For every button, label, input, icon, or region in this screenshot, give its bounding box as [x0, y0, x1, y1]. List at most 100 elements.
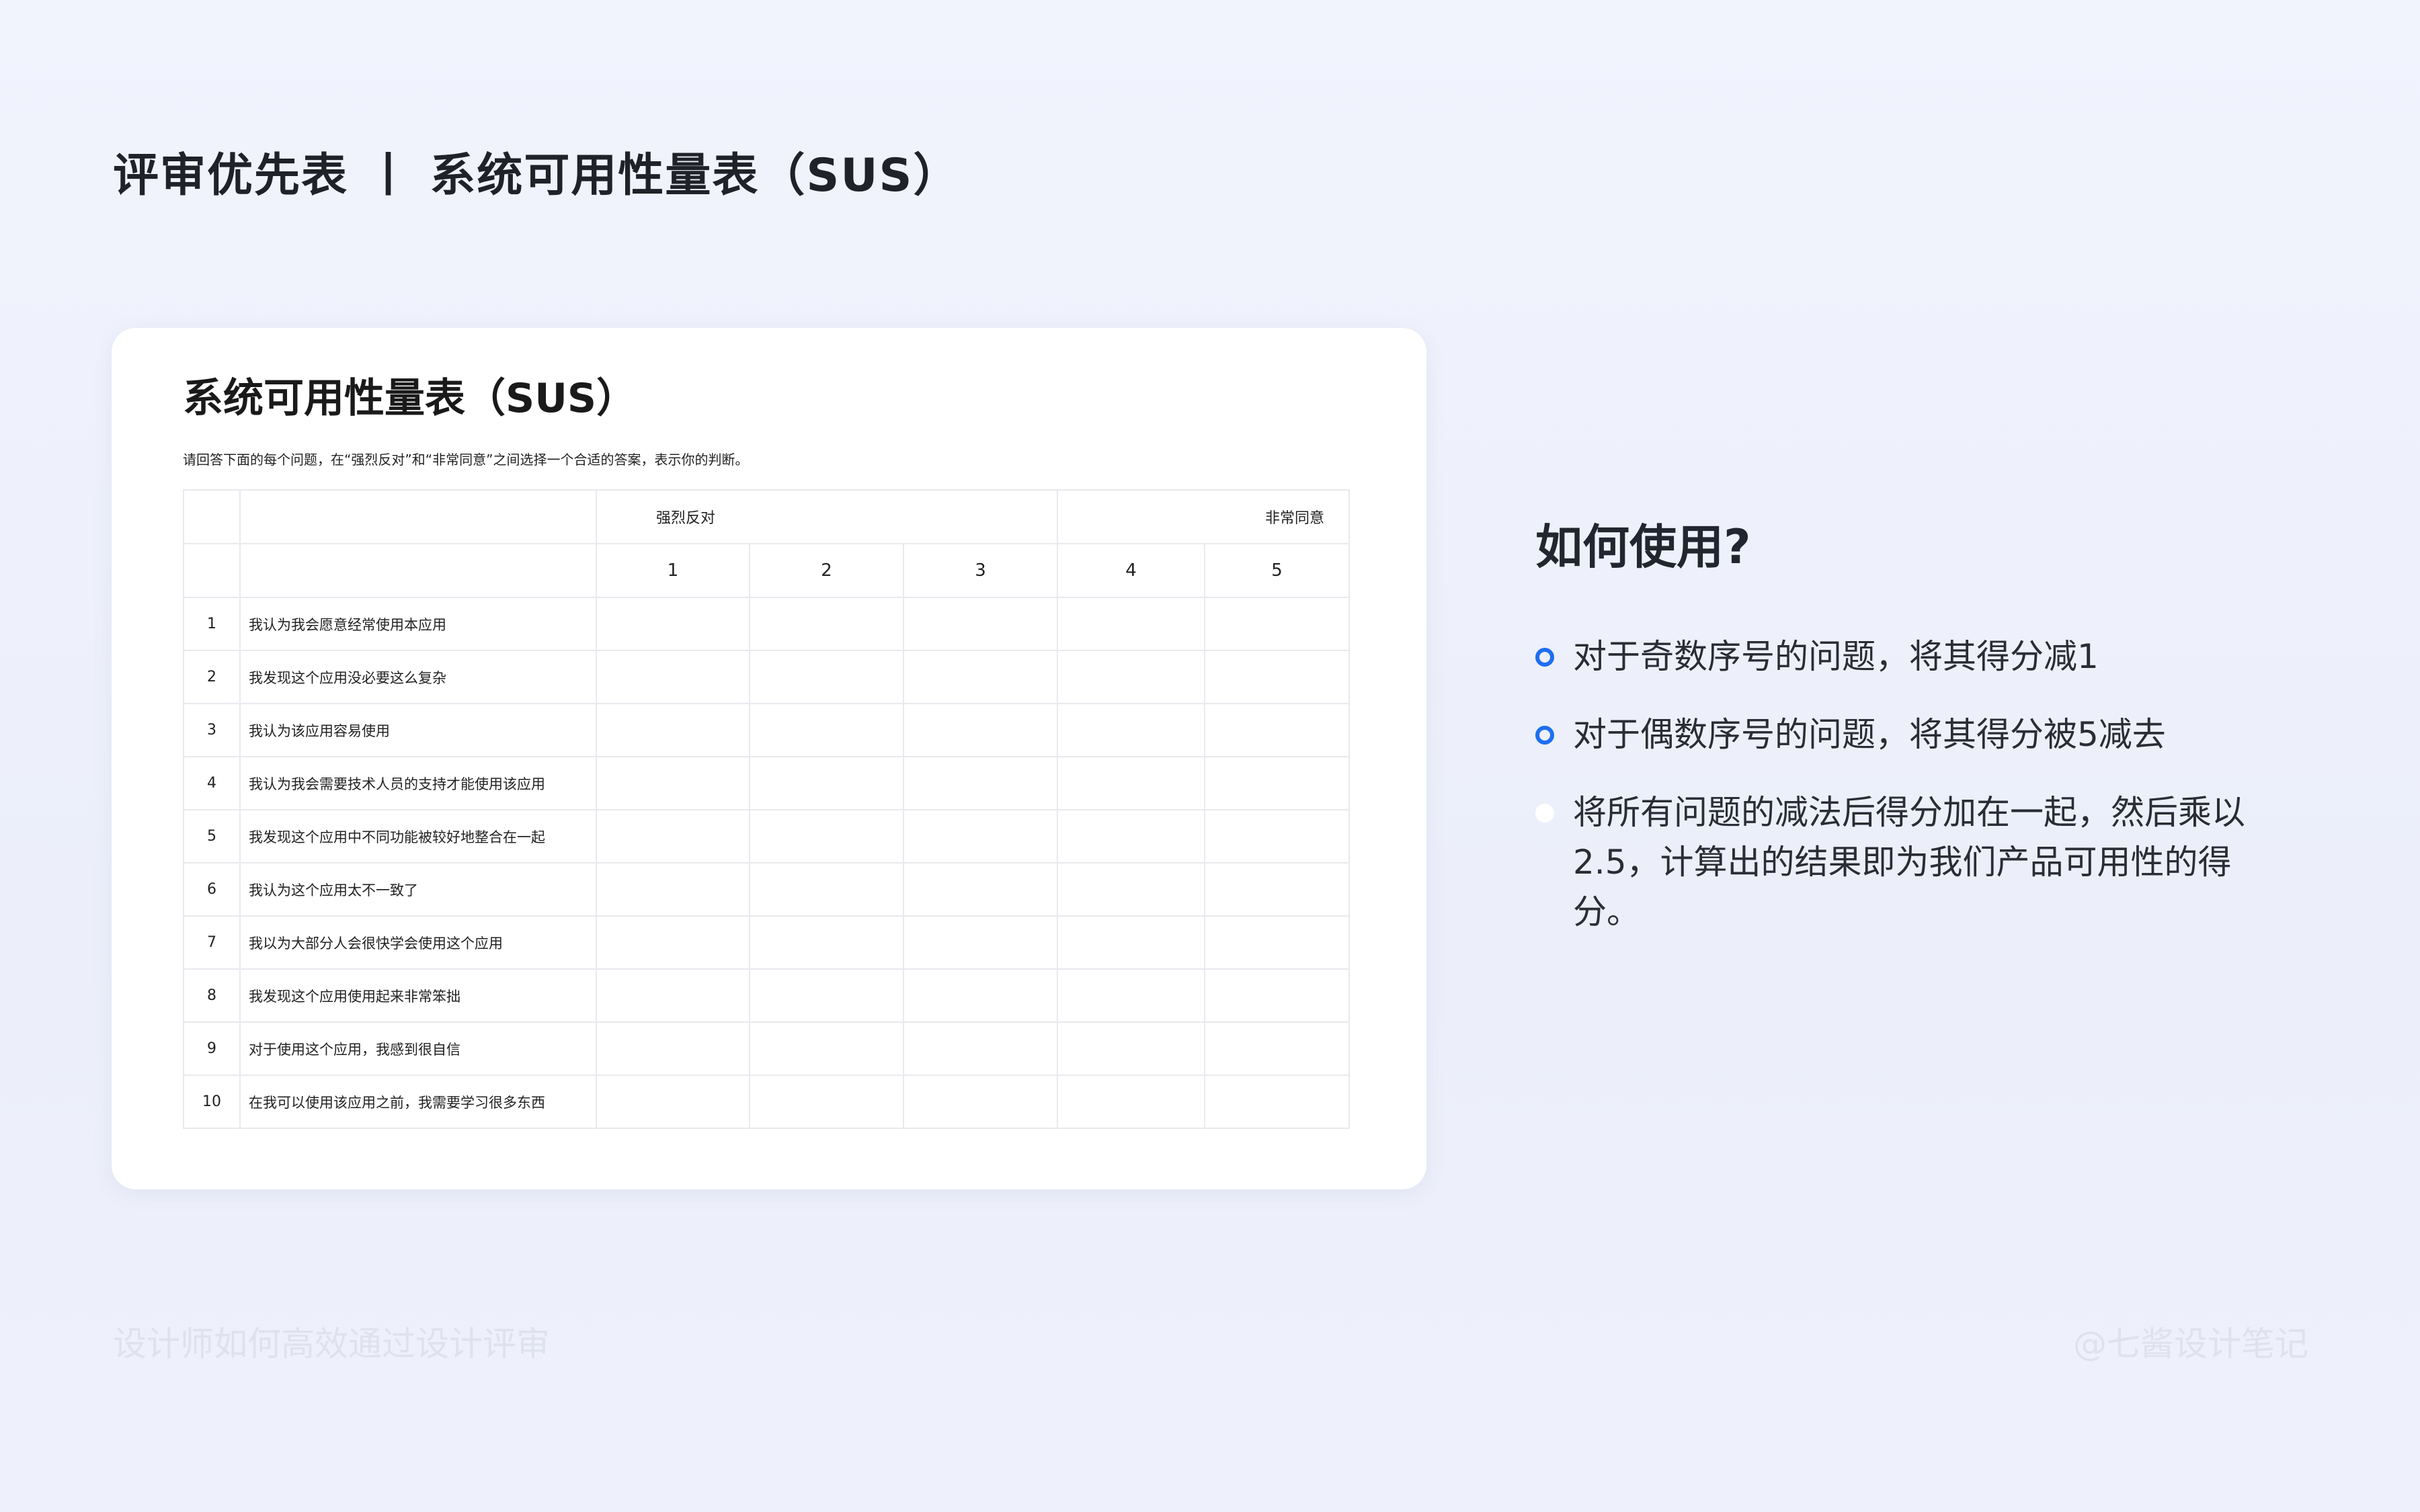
answer-cell[interactable] [1057, 1021, 1205, 1076]
scale-left-label: 强烈反对 [596, 489, 1058, 544]
question-number: 4 [183, 756, 241, 810]
answer-cell[interactable] [1204, 1075, 1350, 1129]
answer-cell[interactable] [749, 862, 904, 917]
answer-cell[interactable] [596, 809, 750, 864]
answer-cell[interactable] [596, 915, 750, 970]
sus-card: 系统可用性量表（SUS） 请回答下面的每个问题，在“强烈反对”和“非常同意”之间… [112, 328, 1426, 1189]
scale-number: 3 [903, 543, 1058, 598]
answer-cell[interactable] [903, 756, 1058, 810]
answer-cell[interactable] [1057, 809, 1205, 864]
question-number: 3 [183, 703, 241, 757]
answer-cell[interactable] [749, 915, 904, 970]
answer-cell[interactable] [1204, 756, 1350, 810]
answer-cell[interactable] [749, 1075, 904, 1129]
list-item: 对于偶数序号的问题，将其得分被5减去 [1535, 710, 2275, 759]
question-text: 我认为该应用容易使用 [239, 703, 597, 757]
answer-cell[interactable] [749, 703, 904, 757]
question-number: 10 [183, 1075, 241, 1129]
answer-cell[interactable] [903, 968, 1058, 1023]
answer-cell[interactable] [1204, 1021, 1350, 1076]
card-description: 请回答下面的每个问题，在“强烈反对”和“非常同意”之间选择一个合适的答案，表示你… [183, 452, 749, 468]
answer-cell[interactable] [1204, 597, 1350, 651]
question-text: 我认为我会愿意经常使用本应用 [239, 597, 597, 651]
table-row: 5 我发现这个应用中不同功能被较好地整合在一起 [183, 809, 1350, 864]
question-number: 1 [183, 597, 241, 651]
answer-cell[interactable] [1204, 968, 1350, 1023]
scale-number: 4 [1057, 543, 1205, 598]
question-text: 我以为大部分人会很快学会使用这个应用 [239, 915, 597, 970]
answer-cell[interactable] [596, 703, 750, 757]
table-row: 9 对于使用这个应用，我感到很自信 [183, 1021, 1350, 1076]
question-number: 2 [183, 650, 241, 704]
answer-cell[interactable] [1057, 1075, 1205, 1129]
answer-cell[interactable] [903, 650, 1058, 704]
answer-cell[interactable] [1204, 862, 1350, 917]
question-text: 我认为这个应用太不一致了 [239, 862, 597, 917]
answer-cell[interactable] [596, 968, 750, 1023]
table-row: 7 我以为大部分人会很快学会使用这个应用 [183, 915, 1350, 970]
scale-number: 2 [749, 543, 904, 598]
answer-cell[interactable] [749, 968, 904, 1023]
question-text: 我发现这个应用中不同功能被较好地整合在一起 [239, 809, 597, 864]
footer-author: @七酱设计笔记 [2073, 1325, 2308, 1363]
answer-cell[interactable] [1057, 703, 1205, 757]
table-header-scale-numbers: 1 2 3 4 5 [183, 543, 1350, 598]
answer-cell[interactable] [1057, 862, 1205, 917]
scale-number: 5 [1204, 543, 1350, 598]
table-header-scale-labels: 强烈反对 非常同意 [183, 489, 1350, 544]
answer-cell[interactable] [903, 809, 1058, 864]
answer-cell[interactable] [1057, 756, 1205, 810]
question-number: 6 [183, 862, 241, 917]
question-text: 我发现这个应用没必要这么复杂 [239, 650, 597, 704]
answer-cell[interactable] [596, 597, 750, 651]
answer-cell[interactable] [903, 1075, 1058, 1129]
answer-cell[interactable] [903, 597, 1058, 651]
answer-cell[interactable] [1057, 968, 1205, 1023]
question-text: 我发现这个应用使用起来非常笨拙 [239, 968, 597, 1023]
answer-cell[interactable] [596, 1021, 750, 1076]
list-item-text: 对于偶数序号的问题，将其得分被5减去 [1573, 715, 2166, 754]
scale-number: 1 [596, 543, 750, 598]
answer-cell[interactable] [596, 756, 750, 810]
answer-cell[interactable] [903, 862, 1058, 917]
question-number: 7 [183, 915, 241, 970]
answer-cell[interactable] [1204, 915, 1350, 970]
answer-cell[interactable] [1204, 809, 1350, 864]
answer-cell[interactable] [1057, 650, 1205, 704]
question-text: 对于使用这个应用，我感到很自信 [239, 1021, 597, 1076]
footer-caption: 设计师如何高效通过设计评审 [113, 1325, 550, 1363]
list-item-text: 对于奇数序号的问题，将其得分减1 [1573, 637, 2099, 676]
answer-cell[interactable] [749, 597, 904, 651]
answer-cell[interactable] [749, 650, 904, 704]
list-item: 将所有问题的减法后得分加在一起，然后乘以2.5，计算出的结果即为我们产品可用性的… [1535, 788, 2275, 937]
list-item: 对于奇数序号的问题，将其得分减1 [1535, 632, 2275, 681]
answer-cell[interactable] [903, 703, 1058, 757]
how-to-use-title: 如何使用? [1535, 519, 1751, 575]
answer-cell[interactable] [1057, 915, 1205, 970]
answer-cell[interactable] [749, 756, 904, 810]
question-text: 在我可以使用该应用之前，我需要学习很多东西 [239, 1075, 597, 1129]
answer-cell[interactable] [1204, 703, 1350, 757]
answer-cell[interactable] [903, 915, 1058, 970]
question-number: 9 [183, 1021, 241, 1076]
sus-table: 强烈反对 非常同意 1 2 3 4 5 1 我认为我会愿意经常使用本应用 2 我… [183, 489, 1350, 1129]
answer-cell[interactable] [749, 809, 904, 864]
answer-cell[interactable] [903, 1021, 1058, 1076]
answer-cell[interactable] [749, 1021, 904, 1076]
table-row: 10 在我可以使用该应用之前，我需要学习很多东西 [183, 1075, 1350, 1129]
answer-cell[interactable] [1204, 650, 1350, 704]
answer-cell[interactable] [596, 650, 750, 704]
question-number: 8 [183, 968, 241, 1023]
slide: 评审优先表 丨 系统可用性量表（SUS） 系统可用性量表（SUS） 请回答下面的… [0, 0, 2420, 1512]
list-item-text: 将所有问题的减法后得分加在一起，然后乘以2.5，计算出的结果即为我们产品可用性的… [1573, 793, 2245, 931]
table-row: 4 我认为我会需要技术人员的支持才能使用该应用 [183, 756, 1350, 810]
answer-cell[interactable] [596, 1075, 750, 1129]
answer-cell[interactable] [596, 862, 750, 917]
question-number: 5 [183, 809, 241, 864]
scale-right-label: 非常同意 [1057, 489, 1350, 544]
question-text: 我认为我会需要技术人员的支持才能使用该应用 [239, 756, 597, 810]
answer-cell[interactable] [1057, 597, 1205, 651]
table-row: 6 我认为这个应用太不一致了 [183, 862, 1350, 917]
how-to-use-list: 对于奇数序号的问题，将其得分减1 对于偶数序号的问题，将其得分被5减去 将所有问… [1535, 632, 2275, 965]
table-row: 1 我认为我会愿意经常使用本应用 [183, 597, 1350, 651]
